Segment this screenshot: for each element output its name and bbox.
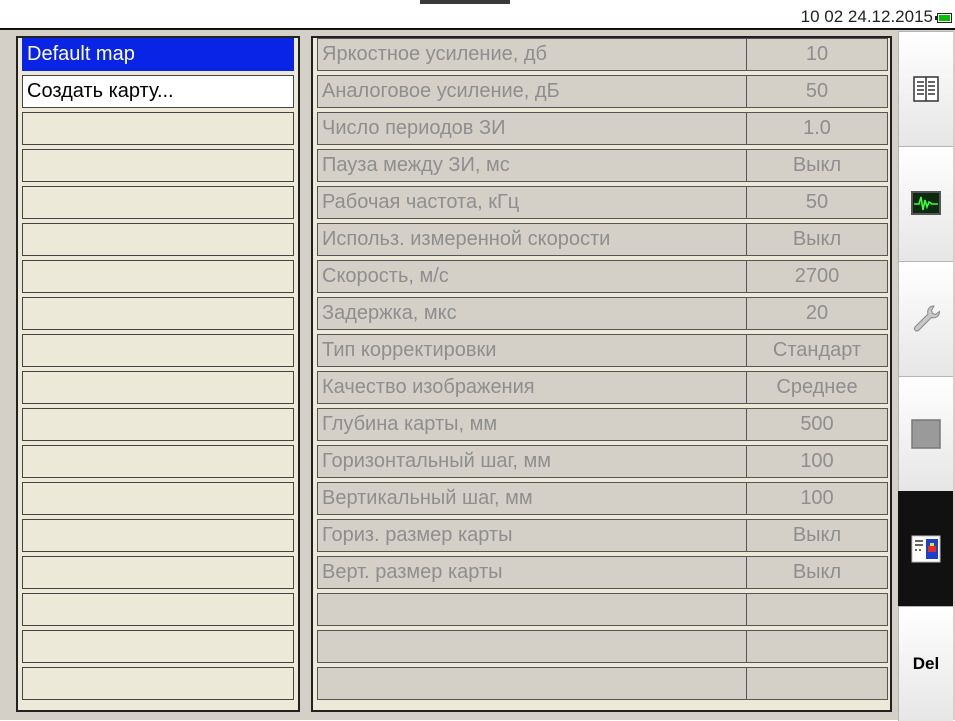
waveform-monitor-icon xyxy=(911,191,941,215)
param-value: 2700 xyxy=(794,265,840,287)
delete-button-label: Del xyxy=(912,654,940,673)
param-name: Качество изображения xyxy=(322,376,535,398)
map-list-empty-row[interactable] xyxy=(22,667,294,700)
param-row[interactable]: Использ. измеренной скорости Выкл xyxy=(317,223,888,256)
gray-square-icon xyxy=(911,419,941,449)
param-name: Пауза между ЗИ, мс xyxy=(322,154,510,176)
param-row[interactable]: Качество изображения Среднее xyxy=(317,371,888,404)
param-value: 50 xyxy=(805,191,829,213)
param-row[interactable]: Вертикальный шаг, мм 100 xyxy=(317,482,888,515)
param-value: Выкл xyxy=(792,561,842,583)
delete-button[interactable]: Del xyxy=(898,606,953,721)
map-list-item-label: Default map xyxy=(27,43,135,65)
map-list-empty-row[interactable] xyxy=(22,149,294,182)
top-accent xyxy=(420,0,510,4)
param-row[interactable] xyxy=(317,593,888,626)
blank-tool-button[interactable] xyxy=(898,376,953,491)
map-list-item[interactable]: Default map xyxy=(22,38,294,71)
map-list-empty-row[interactable] xyxy=(22,482,294,515)
map-list-empty-row[interactable] xyxy=(22,630,294,663)
param-row[interactable]: Пауза между ЗИ, мс Выкл xyxy=(317,149,888,182)
param-row[interactable]: Число периодов ЗИ 1.0 xyxy=(317,112,888,145)
param-row[interactable]: Рабочая частота, кГц 50 xyxy=(317,186,888,219)
map-list-item[interactable]: Создать карту... xyxy=(22,75,294,108)
param-row[interactable]: Аналоговое усиление, дБ 50 xyxy=(317,75,888,108)
param-value: 100 xyxy=(800,450,834,472)
param-value: Стандарт xyxy=(772,339,862,361)
map-list-empty-row[interactable] xyxy=(22,408,294,441)
param-row[interactable]: Задержка, мкс 20 xyxy=(317,297,888,330)
map-list-empty-row[interactable] xyxy=(22,297,294,330)
param-row[interactable]: Верт. размер карты Выкл xyxy=(317,556,888,589)
list-view-button[interactable] xyxy=(898,31,953,146)
param-name: Глубина карты, мм xyxy=(322,413,498,435)
list-icon xyxy=(913,76,939,102)
map-list-empty-row[interactable] xyxy=(22,223,294,256)
map-list-item-label: Создать карту... xyxy=(27,80,174,102)
signal-view-button[interactable] xyxy=(898,146,953,261)
param-value: 100 xyxy=(800,487,834,509)
param-value: 500 xyxy=(800,413,834,435)
param-row[interactable] xyxy=(317,630,888,663)
map-view-button[interactable] xyxy=(898,491,953,606)
status-bar: 10 02 24.12.2015 xyxy=(0,6,955,30)
param-row[interactable] xyxy=(317,667,888,700)
param-value: Выкл xyxy=(792,524,842,546)
param-value: 10 xyxy=(805,43,829,65)
param-row[interactable]: Глубина карты, мм 500 xyxy=(317,408,888,441)
param-value: Выкл xyxy=(792,228,842,250)
param-value: Выкл xyxy=(792,154,842,176)
param-row[interactable]: Горизонтальный шаг, мм 100 xyxy=(317,445,888,478)
param-name: Задержка, мкс xyxy=(322,302,457,324)
map-list-empty-row[interactable] xyxy=(22,556,294,589)
tool-sidebar: Del xyxy=(898,31,955,721)
param-name: Верт. размер карты xyxy=(322,561,503,583)
param-value: Среднее xyxy=(776,376,858,398)
param-row[interactable]: Тип корректировки Стандарт xyxy=(317,334,888,367)
map-list-empty-row[interactable] xyxy=(22,112,294,145)
param-name: Использ. измеренной скорости xyxy=(322,228,611,250)
map-list-empty-row[interactable] xyxy=(22,334,294,367)
param-name: Вертикальный шаг, мм xyxy=(322,487,533,509)
map-list-empty-row[interactable] xyxy=(22,371,294,404)
param-name: Рабочая частота, кГц xyxy=(322,191,520,213)
map-list-empty-row[interactable] xyxy=(22,519,294,552)
datetime-label: 10 02 24.12.2015 xyxy=(800,7,933,26)
map-list-empty-row[interactable] xyxy=(22,260,294,293)
map-list-empty-row[interactable] xyxy=(22,593,294,626)
param-name: Тип корректировки xyxy=(322,339,497,361)
map-list-panel: Default map Создать карту... xyxy=(16,36,300,712)
param-row[interactable]: Гориз. размер карты Выкл xyxy=(317,519,888,552)
wrench-icon xyxy=(914,305,940,332)
param-value: 50 xyxy=(805,80,829,102)
app-window: 10 02 24.12.2015 Default map Создать кар… xyxy=(0,0,955,721)
param-value: 1.0 xyxy=(803,117,831,139)
param-name: Аналоговое усиление, дБ xyxy=(322,80,560,102)
map-list-empty-row[interactable] xyxy=(22,445,294,478)
parameters-table: Яркостное усиление, дб 10 Аналоговое усил… xyxy=(311,36,892,712)
param-name: Скорость, м/с xyxy=(322,265,449,287)
param-row[interactable]: Скорость, м/с 2700 xyxy=(317,260,888,293)
param-row[interactable]: Яркостное усиление, дб 10 xyxy=(317,38,888,71)
param-name: Горизонтальный шаг, мм xyxy=(322,450,551,472)
param-name: Гориз. размер карты xyxy=(322,524,513,546)
battery-icon xyxy=(935,13,952,23)
param-name: Яркостное усиление, дб xyxy=(322,43,547,65)
settings-button[interactable] xyxy=(898,261,953,376)
param-name: Число периодов ЗИ xyxy=(322,117,506,139)
map-list-empty-row[interactable] xyxy=(22,186,294,219)
param-value: 20 xyxy=(805,302,829,324)
map-view-icon xyxy=(911,535,940,562)
